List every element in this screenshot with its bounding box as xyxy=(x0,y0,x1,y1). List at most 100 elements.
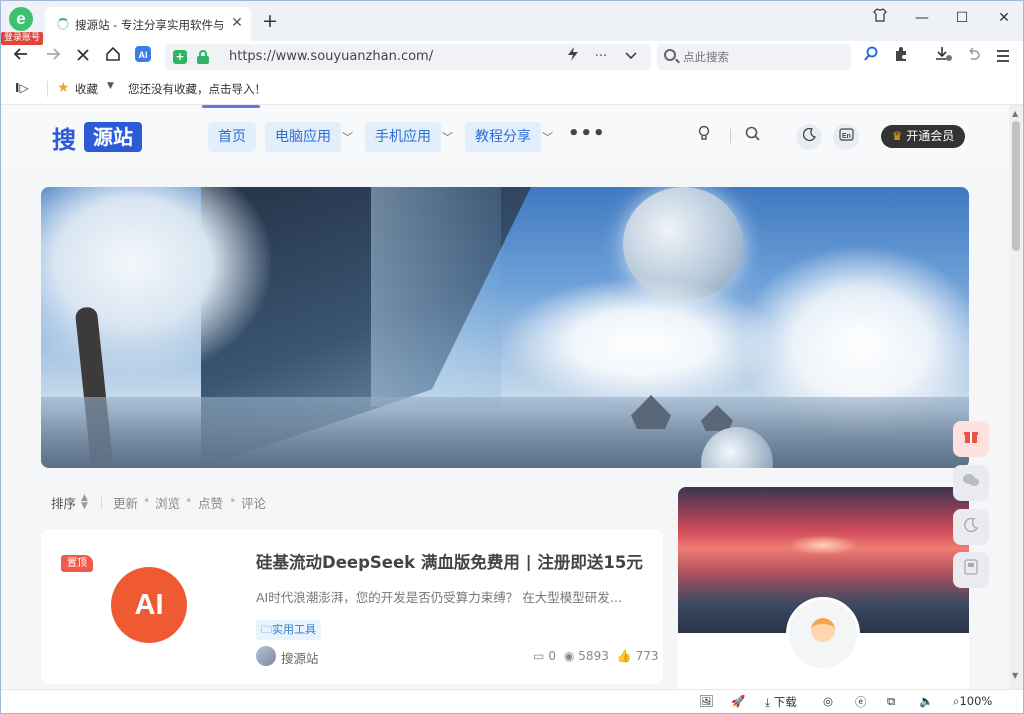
sort-option-updated[interactable]: 更新 xyxy=(113,493,138,512)
tab-active[interactable]: 搜源站 - 专注分享实用软件与 ✕ xyxy=(45,7,251,41)
status-download-label: 下载 xyxy=(773,695,797,709)
gift-icon[interactable] xyxy=(953,421,989,457)
skin-icon[interactable] xyxy=(867,7,893,29)
author-name[interactable]: 搜源站 xyxy=(281,648,319,667)
chevron-down-icon[interactable] xyxy=(621,47,641,67)
sort-option-likes[interactable]: 点赞 xyxy=(198,493,223,512)
eye-icon: ◉ xyxy=(563,649,575,663)
maximize-button[interactable]: ☐ xyxy=(949,7,975,29)
page-loading-bar xyxy=(202,105,260,108)
scrollbar-thumb[interactable] xyxy=(1012,121,1020,251)
lock-icon[interactable] xyxy=(197,50,209,64)
favorites-label[interactable]: 收藏 xyxy=(75,81,98,97)
thumbs-up-icon: 👍 xyxy=(616,649,632,663)
favorites-caret-icon[interactable]: ▼ xyxy=(107,81,114,91)
web-page: 搜 源站 首页 电脑应用 ﹀ 手机应用 ﹀ 教程分享 ﹀ ••• En ♛ 开通 xyxy=(2,105,1009,689)
banner-floor-shape xyxy=(41,397,969,468)
zoom-level: 100% xyxy=(959,694,993,708)
hero-banner[interactable] xyxy=(41,187,969,468)
new-tab-button[interactable]: + xyxy=(259,10,281,32)
star-icon[interactable]: ★ xyxy=(57,80,70,96)
chevron-down-icon[interactable]: ﹀ xyxy=(542,129,553,145)
folder-icon: 🗀 xyxy=(261,623,272,636)
undo-icon[interactable] xyxy=(961,45,985,69)
post-tag-label: 实用工具 xyxy=(272,623,316,636)
download-icon[interactable] xyxy=(931,45,955,69)
tab-close-icon[interactable]: ✕ xyxy=(229,14,245,32)
site-logo-text[interactable]: 搜 xyxy=(52,120,76,155)
rocket-icon[interactable]: 🚀 xyxy=(731,694,745,710)
browser-search-box[interactable] xyxy=(657,44,851,70)
search-engine-icon[interactable] xyxy=(859,45,883,69)
post-excerpt: AI时代浪潮澎湃，您的开发是否仍受算力束缚？ 在大型模型研发… xyxy=(256,590,623,605)
address-bar[interactable]: + https://www.souyuanzhan.com/ ··· xyxy=(165,44,651,70)
bookmarks-separator xyxy=(47,81,48,97)
sort-separator xyxy=(101,495,102,509)
site-logo-box[interactable]: 源站 xyxy=(84,122,142,152)
screenshot-icon[interactable]: ⧉ xyxy=(887,694,895,710)
browser-search-input[interactable] xyxy=(683,48,843,66)
more-options-icon[interactable]: ··· xyxy=(591,47,611,67)
nav-item-home[interactable]: 首页 xyxy=(208,122,256,152)
sort-arrows-icon[interactable]: ▲ ▼ xyxy=(81,494,88,511)
sidebar-toggle-icon[interactable]: I▷ xyxy=(15,81,33,97)
nav-item-mobile-apps[interactable]: 手机应用 xyxy=(365,122,441,152)
site-search-icon[interactable] xyxy=(740,125,764,149)
post-card[interactable]: 置顶 AI 硅基流动DeepSeek 满血版免费用 | 注册即送15元 AI时代… xyxy=(41,529,663,684)
browser-e-icon[interactable]: ⓔ xyxy=(855,694,867,710)
nav-item-tutorials[interactable]: 教程分享 xyxy=(465,122,541,152)
back-icon[interactable] xyxy=(9,45,33,69)
sort-dot: • xyxy=(229,493,237,508)
status-bar: 🖼 🚀 ⤓ 下载 ◎ ⓔ ⧉ 🔈 ⌕100% xyxy=(1,689,1023,713)
zoom-control[interactable]: ⌕100% xyxy=(953,694,992,710)
stop-loading-icon[interactable] xyxy=(71,45,95,69)
image-icon[interactable]: 🖼 xyxy=(699,694,714,710)
volume-icon[interactable]: 🔈 xyxy=(919,694,933,710)
post-thumbnail[interactable]: AI xyxy=(111,567,187,643)
profile-avatar[interactable] xyxy=(786,597,860,671)
notification-icon[interactable] xyxy=(692,125,716,149)
vip-button[interactable]: ♛ 开通会员 xyxy=(881,125,965,148)
lightning-icon[interactable] xyxy=(563,47,583,67)
home-icon[interactable] xyxy=(101,45,125,69)
chevron-down-icon[interactable]: ﹀ xyxy=(442,129,453,145)
comment-icon: ▭ xyxy=(533,649,545,663)
author-avatar[interactable] xyxy=(256,646,276,666)
dark-mode-icon[interactable] xyxy=(953,509,989,545)
login-badge[interactable]: 登录账号 xyxy=(1,32,44,45)
close-window-button[interactable]: ✕ xyxy=(991,7,1017,29)
extension-icon[interactable] xyxy=(889,45,913,69)
moon-icon[interactable] xyxy=(796,124,822,150)
ai-assistant-icon[interactable]: AI xyxy=(131,45,155,69)
banner-cloud-shape xyxy=(501,277,781,407)
sort-dot: • xyxy=(185,493,193,508)
chevron-down-icon[interactable]: ﹀ xyxy=(342,129,353,145)
qrcode-icon[interactable] xyxy=(953,552,989,588)
sort-option-views[interactable]: 浏览 xyxy=(155,493,180,512)
language-icon[interactable]: En xyxy=(833,124,859,150)
post-tag[interactable]: 🗀实用工具 xyxy=(256,620,321,640)
wechat-icon[interactable] xyxy=(953,465,989,501)
status-download[interactable]: ⤓ 下载 xyxy=(765,694,797,710)
bookmarks-empty-hint[interactable]: 您还没有收藏，点击导入！ xyxy=(128,81,266,97)
sort-option-comments[interactable]: 评论 xyxy=(241,493,266,512)
post-title[interactable]: 硅基流动DeepSeek 满血版免费用 | 注册即送15元 xyxy=(256,549,656,571)
sort-label[interactable]: 排序 xyxy=(51,493,76,512)
scroll-up-icon[interactable]: ▲ xyxy=(1012,109,1018,118)
like-count: 773 xyxy=(635,649,659,663)
incognito-icon[interactable]: ◎ xyxy=(823,694,833,710)
minimize-button[interactable]: — xyxy=(909,7,935,29)
url-text[interactable]: https://www.souyuanzhan.com/ xyxy=(229,49,433,65)
menu-icon[interactable] xyxy=(991,45,1015,69)
browser-logo-icon[interactable]: e xyxy=(9,7,33,31)
browser-window: e 登录账号 搜源站 - 专注分享实用软件与 ✕ + — ☐ ✕ AI + ht… xyxy=(0,0,1024,714)
svg-text:En: En xyxy=(842,133,851,140)
security-shield-icon[interactable]: + xyxy=(173,50,187,64)
nav-more-icon[interactable]: ••• xyxy=(568,123,606,144)
scroll-down-icon[interactable]: ▼ xyxy=(1012,671,1018,680)
nav-item-pc-apps[interactable]: 电脑应用 xyxy=(265,122,341,152)
page-scrollbar[interactable]: ▲ ▼ xyxy=(1009,105,1023,689)
banner-tree-shape xyxy=(41,187,271,377)
forward-icon[interactable] xyxy=(41,45,65,69)
sort-dot: • xyxy=(143,493,151,508)
